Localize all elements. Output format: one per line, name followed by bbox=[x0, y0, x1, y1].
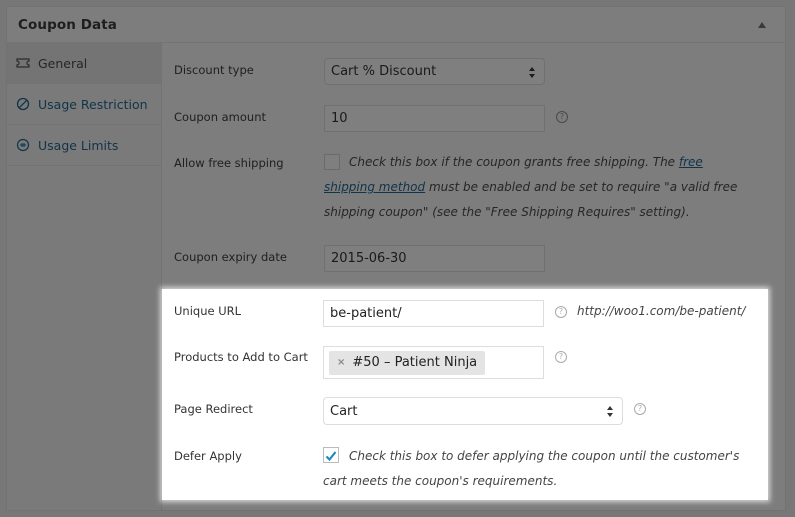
ticket-icon bbox=[16, 56, 30, 70]
coupon-amount-input[interactable]: 10 bbox=[324, 105, 545, 132]
defer-apply-label: Defer Apply bbox=[174, 449, 242, 463]
help-icon[interactable]: ? bbox=[634, 403, 646, 415]
panel-header: Coupon Data bbox=[7, 7, 785, 43]
discount-type-label: Discount type bbox=[174, 63, 254, 77]
panel-title: Coupon Data bbox=[18, 17, 117, 33]
highlighted-fields: Unique URL be-patient/ ? http://woo1.com… bbox=[162, 289, 768, 500]
expiry-date-value: 2015-06-30 bbox=[331, 251, 407, 266]
free-shipping-label: Allow free shipping bbox=[174, 156, 284, 170]
expiry-date-input[interactable]: 2015-06-30 bbox=[324, 245, 545, 272]
select-arrows-icon bbox=[529, 67, 536, 78]
expiry-date-label: Coupon expiry date bbox=[174, 250, 287, 264]
page-redirect-value: Cart bbox=[330, 404, 358, 419]
products-to-add-input[interactable]: × #50 – Patient Ninja bbox=[323, 346, 544, 379]
discount-type-value: Cart % Discount bbox=[331, 64, 436, 79]
products-to-add-label: Products to Add to Cart bbox=[174, 350, 308, 364]
help-icon[interactable]: ? bbox=[555, 306, 567, 318]
product-chip-label: #50 – Patient Ninja bbox=[352, 355, 477, 370]
prohibited-icon bbox=[16, 97, 30, 111]
free-shipping-description: Check this box if the coupon grants free… bbox=[324, 150, 754, 225]
unique-url-input[interactable]: be-patient/ bbox=[323, 300, 544, 327]
defer-apply-description: Check this box to defer applying the cou… bbox=[323, 444, 763, 494]
remove-icon[interactable]: × bbox=[337, 357, 345, 368]
plus-circle-icon bbox=[16, 138, 30, 152]
tab-label: Usage Limits bbox=[38, 138, 118, 153]
unique-url-label: Unique URL bbox=[174, 304, 241, 318]
tab-label: General bbox=[38, 56, 87, 71]
discount-type-select[interactable]: Cart % Discount bbox=[324, 58, 545, 85]
unique-url-value: be-patient/ bbox=[330, 306, 402, 321]
tab-label: Usage Restriction bbox=[38, 97, 148, 112]
help-icon[interactable]: ? bbox=[555, 351, 567, 363]
tab-usage-limits[interactable]: Usage Limits bbox=[7, 125, 161, 166]
coupon-tabs-sidebar: General Usage Restriction Usage Limits bbox=[7, 43, 162, 510]
page-redirect-select[interactable]: Cart bbox=[323, 397, 623, 425]
tab-general[interactable]: General bbox=[7, 43, 161, 84]
triangle-up-icon[interactable] bbox=[756, 19, 768, 31]
coupon-amount-value: 10 bbox=[331, 111, 348, 126]
product-chip: × #50 – Patient Ninja bbox=[329, 351, 485, 375]
select-arrows-icon bbox=[607, 406, 614, 417]
tab-usage-restriction[interactable]: Usage Restriction bbox=[7, 84, 161, 125]
page-redirect-label: Page Redirect bbox=[174, 402, 253, 416]
help-icon[interactable]: ? bbox=[556, 111, 568, 123]
desc-text: Check this box if the coupon grants free… bbox=[349, 155, 679, 169]
coupon-amount-label: Coupon amount bbox=[174, 110, 266, 124]
unique-url-preview: http://woo1.com/be-patient/ bbox=[577, 304, 745, 318]
